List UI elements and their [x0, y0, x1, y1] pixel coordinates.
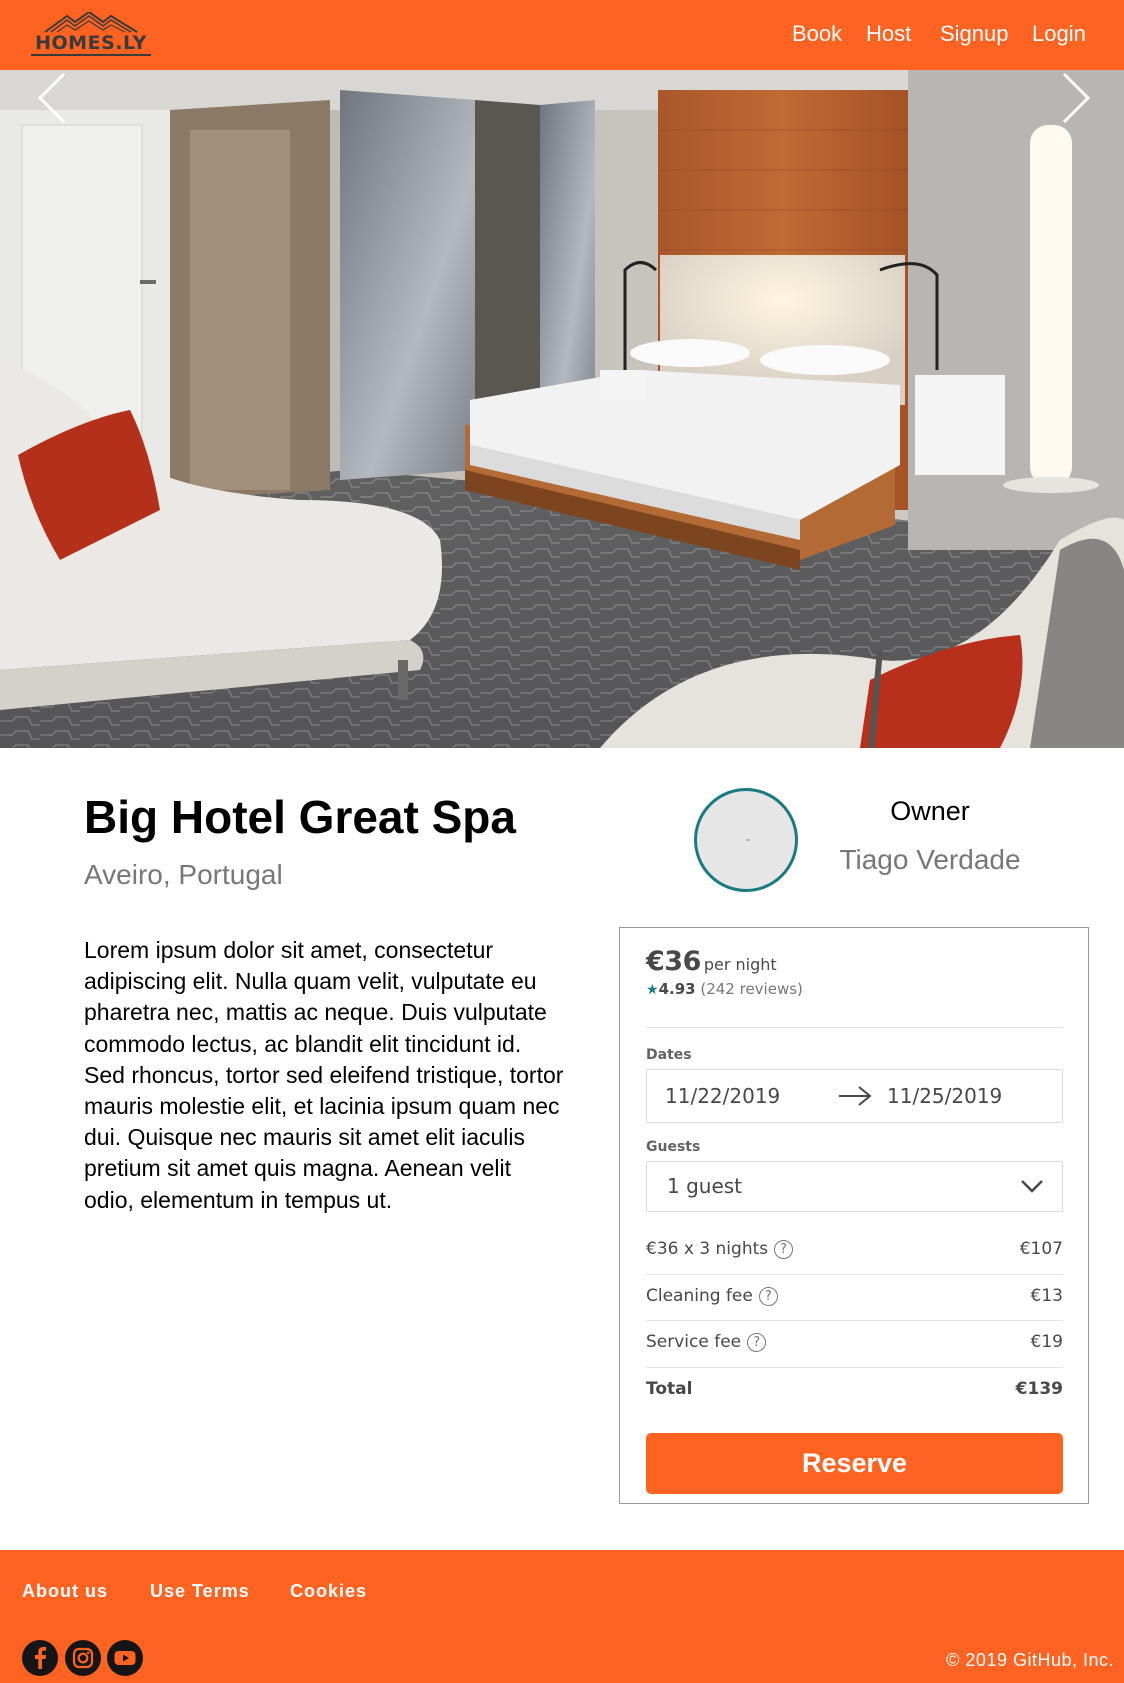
- carousel-prev-icon[interactable]: [34, 70, 74, 126]
- carousel-next-icon[interactable]: [1054, 70, 1094, 126]
- fee-row-nights: €36 x 3 nights? €107: [646, 1239, 1063, 1263]
- navbar: HOMES.LY Book Host Signup Login: [0, 0, 1124, 70]
- facebook-icon[interactable]: [22, 1640, 58, 1676]
- nav-login[interactable]: Login: [1032, 21, 1086, 47]
- page: HOMES.LY Book Host Signup Login Big Hote…: [0, 0, 1124, 1683]
- price-unit: per night: [703, 955, 777, 974]
- date-range-picker: 11/22/2019 11/25/2019: [646, 1069, 1063, 1123]
- logo-underline: [31, 54, 151, 56]
- total-value: €139: [1015, 1379, 1063, 1399]
- arrow-right-icon: [839, 1086, 872, 1106]
- guests-select[interactable]: 1 guest: [646, 1161, 1063, 1212]
- check-out-date[interactable]: 11/25/2019: [887, 1084, 1002, 1108]
- listing-title: Big Hotel Great Spa: [84, 791, 516, 843]
- owner-name[interactable]: Tiago Verdade: [810, 843, 1050, 877]
- dates-label: Dates: [646, 1047, 692, 1063]
- rating-value: 4.93: [658, 980, 696, 998]
- hero-carousel: [0, 70, 1124, 748]
- fee-label: €36 x 3 nights: [646, 1239, 769, 1259]
- divider: [646, 1320, 1063, 1321]
- chevron-down-icon: [1021, 1180, 1043, 1193]
- divider: [646, 1274, 1063, 1275]
- owner-avatar[interactable]: [694, 788, 798, 892]
- fee-value: €107: [1019, 1239, 1063, 1259]
- youtube-icon[interactable]: [107, 1640, 143, 1676]
- guests-value: 1 guest: [667, 1174, 743, 1198]
- footer: About us Use Terms Cookies © 2019 GitHub…: [0, 1550, 1124, 1683]
- nav-host[interactable]: Host: [866, 21, 911, 47]
- review-count: (242 reviews): [700, 980, 803, 998]
- star-icon: ★: [646, 982, 659, 998]
- fee-label: Service fee: [646, 1332, 742, 1352]
- price-per-night: €36 per night: [646, 946, 777, 977]
- logo-text: HOMES.LY: [35, 32, 147, 54]
- footer-use-terms[interactable]: Use Terms: [150, 1581, 250, 1602]
- divider: [646, 1027, 1063, 1028]
- fee-row-service: Service fee? €19: [646, 1332, 1063, 1356]
- help-icon[interactable]: ?: [758, 1287, 778, 1306]
- guests-label: Guests: [646, 1139, 701, 1155]
- instagram-icon[interactable]: [65, 1640, 101, 1676]
- fee-row-cleaning: Cleaning fee? €13: [646, 1286, 1063, 1310]
- listing-location: Aveiro, Portugal: [84, 859, 283, 890]
- rating[interactable]: ★4.93 (242 reviews): [646, 980, 803, 998]
- reserve-button[interactable]: Reserve: [646, 1433, 1063, 1494]
- fee-value: €19: [1030, 1332, 1063, 1352]
- avatar-placeholder: [746, 839, 750, 841]
- hotel-room-image: [0, 70, 1124, 748]
- total-label: Total: [646, 1379, 693, 1399]
- copyright: © 2019 GitHub, Inc.: [946, 1650, 1114, 1670]
- help-icon[interactable]: ?: [747, 1333, 767, 1352]
- price-amount: €36: [646, 946, 701, 977]
- homesly-logo[interactable]: HOMES.LY: [31, 12, 151, 58]
- footer-cookies[interactable]: Cookies: [290, 1581, 367, 1602]
- fee-label: Cleaning fee: [646, 1286, 753, 1306]
- owner-label: Owner: [890, 796, 970, 826]
- divider: [646, 1367, 1063, 1368]
- check-in-date[interactable]: 11/22/2019: [665, 1084, 780, 1108]
- fee-value: €13: [1030, 1286, 1063, 1306]
- footer-about-us[interactable]: About us: [22, 1581, 108, 1602]
- listing-description: Lorem ipsum dolor sit amet, consectetur …: [84, 937, 564, 1213]
- fee-row-total: Total €139: [646, 1379, 1063, 1403]
- booking-card: €36 per night ★4.93 (242 reviews) Dates 1…: [619, 927, 1089, 1504]
- nav-book[interactable]: Book: [792, 21, 842, 47]
- nav-signup[interactable]: Signup: [940, 21, 1009, 47]
- help-icon[interactable]: ?: [774, 1240, 794, 1259]
